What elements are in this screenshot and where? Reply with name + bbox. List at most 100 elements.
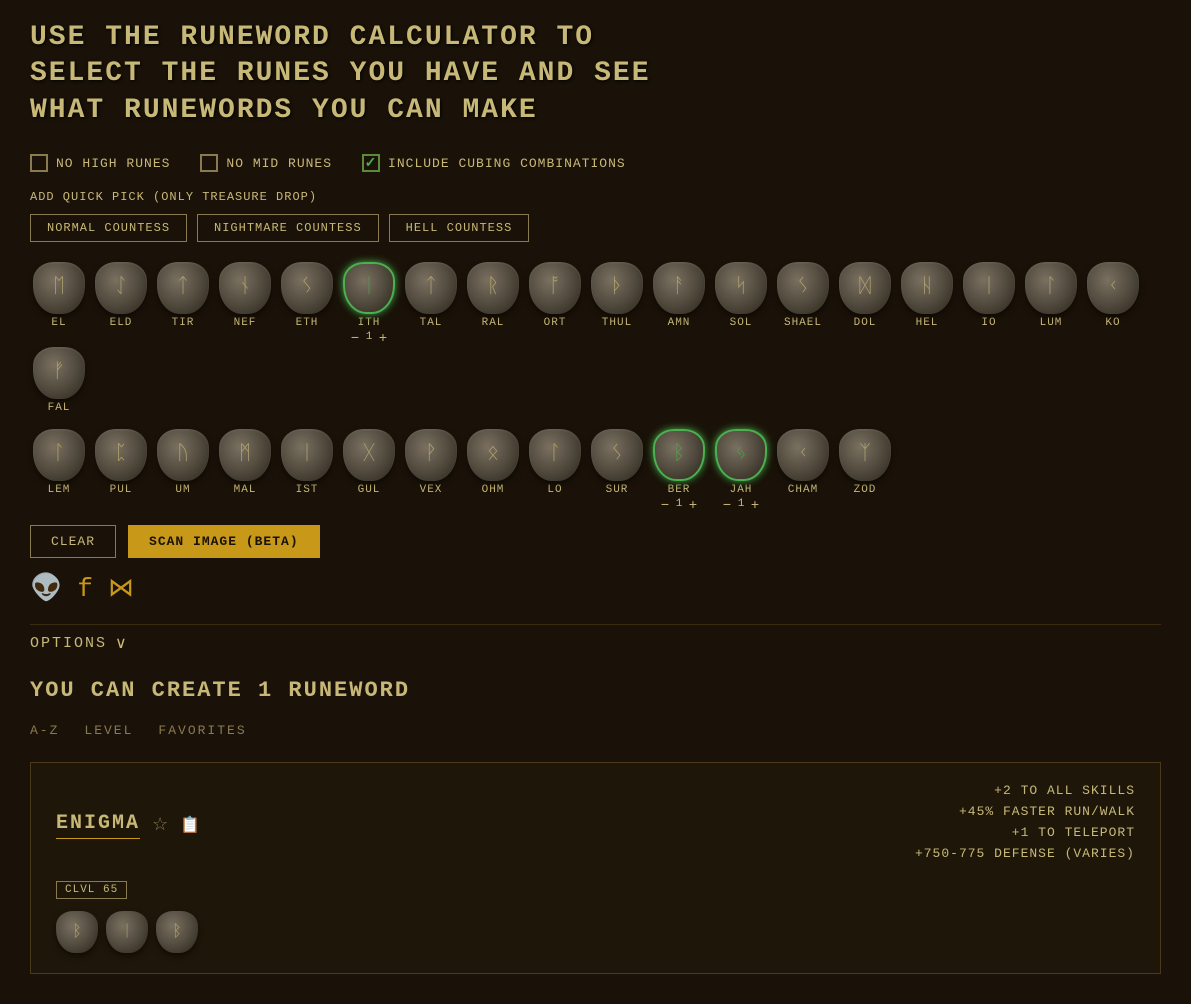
rune-stone-hel[interactable]: ᚺ	[901, 262, 953, 314]
clear-button[interactable]: CLEAR	[30, 525, 116, 558]
rune-stone-eth[interactable]: ᛊ	[281, 262, 333, 314]
rune-stone-eld[interactable]: ᛇ	[95, 262, 147, 314]
rune-hel[interactable]: ᚺ HEL	[898, 262, 956, 343]
rune-eth[interactable]: ᛊ ETH	[278, 262, 336, 343]
rune-stone-nef[interactable]: ᚾ	[219, 262, 271, 314]
share-icon[interactable]: ⋈	[108, 573, 134, 604]
rune-stone-ist[interactable]: ᛁ	[281, 429, 333, 481]
clvl-badge: CLVL 65	[56, 881, 127, 899]
rune-stone-io[interactable]: ᛁ	[963, 262, 1015, 314]
rune-stone-sol[interactable]: ᛋ	[715, 262, 767, 314]
rune-gul[interactable]: ᚷ GUL	[340, 429, 398, 510]
rune-stone-vex[interactable]: ᚹ	[405, 429, 457, 481]
rune-zod[interactable]: ᛉ ZOD	[836, 429, 894, 510]
ber-increment[interactable]: +	[687, 498, 699, 510]
rune-ral[interactable]: ᚱ RAL	[464, 262, 522, 343]
rune-stone-lem[interactable]: ᛚ	[33, 429, 85, 481]
rune-stone-gul[interactable]: ᚷ	[343, 429, 395, 481]
rune-ohm[interactable]: ᛟ OHM	[464, 429, 522, 510]
stat-defense: +750-775 DEFENSE (VARIES)	[915, 846, 1135, 861]
include-cubing-label: Include Cubing Combinations	[388, 156, 626, 171]
tab-az[interactable]: A-Z	[30, 723, 59, 742]
hell-countess-button[interactable]: Hell Countess	[389, 214, 530, 242]
star-icon[interactable]: ☆	[152, 814, 168, 836]
rune-ist[interactable]: ᛁ IST	[278, 429, 336, 510]
rune-ko[interactable]: ᚲ KO	[1084, 262, 1142, 343]
rune-nef[interactable]: ᚾ NEF	[216, 262, 274, 343]
rune-stone-ohm[interactable]: ᛟ	[467, 429, 519, 481]
reddit-icon[interactable]: 👽	[30, 573, 62, 604]
no-mid-runes-box[interactable]	[200, 154, 218, 172]
rune-ort[interactable]: ᚩ ORT	[526, 262, 584, 343]
rune-ber[interactable]: ᛒ BER − 1 +	[650, 429, 708, 510]
rune-stone-lum[interactable]: ᛚ	[1025, 262, 1077, 314]
rune-thul[interactable]: ᚦ THUL	[588, 262, 646, 343]
quick-pick-label: ADD QUICK PICK (ONLY TREASURE DROP)	[30, 190, 1161, 204]
rune-stone-ith[interactable]: ᛁ	[343, 262, 395, 314]
ith-increment[interactable]: +	[377, 331, 389, 343]
rune-stone-jah[interactable]: ᛃ	[715, 429, 767, 481]
rune-stone-ko[interactable]: ᚲ	[1087, 262, 1139, 314]
rune-stone-um[interactable]: ᚢ	[157, 429, 209, 481]
facebook-icon[interactable]: f	[77, 574, 93, 604]
rune-lum[interactable]: ᛚ LUM	[1022, 262, 1080, 343]
ith-count: 1	[364, 331, 374, 343]
scan-image-button[interactable]: SCAN IMAGE (BETA)	[128, 525, 320, 558]
rune-stone-lo[interactable]: ᛚ	[529, 429, 581, 481]
rune-stone-mal[interactable]: ᛗ	[219, 429, 271, 481]
rune-name-amn: AMN	[668, 317, 691, 329]
normal-countess-button[interactable]: Normal Countess	[30, 214, 187, 242]
rune-io[interactable]: ᛁ IO	[960, 262, 1018, 343]
rune-vex[interactable]: ᚹ VEX	[402, 429, 460, 510]
rune-ith[interactable]: ᛁ ITH − 1 +	[340, 262, 398, 343]
rune-sur[interactable]: ᛊ SUR	[588, 429, 646, 510]
rune-pul[interactable]: ᛈ PUL	[92, 429, 150, 510]
rune-stone-sur[interactable]: ᛊ	[591, 429, 643, 481]
rune-dol[interactable]: ᛞ DOL	[836, 262, 894, 343]
rune-stone-amn[interactable]: ᚨ	[653, 262, 705, 314]
rune-stone-ort[interactable]: ᚩ	[529, 262, 581, 314]
jah-increment[interactable]: +	[749, 498, 761, 510]
rune-stone-pul[interactable]: ᛈ	[95, 429, 147, 481]
rune-tir[interactable]: ᛏ TIR	[154, 262, 212, 343]
rune-stone-shael[interactable]: ᛊ	[777, 262, 829, 314]
rune-stone-dol[interactable]: ᛞ	[839, 262, 891, 314]
rune-stone-tir[interactable]: ᛏ	[157, 262, 209, 314]
rune-name-ist: IST	[296, 484, 319, 496]
rune-eld[interactable]: ᛇ ELD	[92, 262, 150, 343]
rune-stone-ral[interactable]: ᚱ	[467, 262, 519, 314]
no-mid-runes-checkbox[interactable]: No Mid Runes	[200, 154, 332, 172]
clipboard-icon[interactable]: 📋	[180, 815, 200, 835]
ber-decrement[interactable]: −	[659, 498, 671, 510]
jah-decrement[interactable]: −	[721, 498, 733, 510]
rune-stone-zod[interactable]: ᛉ	[839, 429, 891, 481]
rune-stone-tal[interactable]: ᛏ	[405, 262, 457, 314]
rune-um[interactable]: ᚢ UM	[154, 429, 212, 510]
rune-lo[interactable]: ᛚ LO	[526, 429, 584, 510]
rune-cham[interactable]: ᚲ CHAM	[774, 429, 832, 510]
rune-el[interactable]: ᛖ EL	[30, 262, 88, 343]
rune-stone-cham[interactable]: ᚲ	[777, 429, 829, 481]
rune-lem[interactable]: ᛚ LEM	[30, 429, 88, 510]
rune-stone-el[interactable]: ᛖ	[33, 262, 85, 314]
options-row[interactable]: OPTIONS ∨	[30, 633, 1161, 653]
rune-name-tal: TAL	[420, 317, 443, 329]
tab-favorites[interactable]: FAVORITES	[158, 723, 246, 742]
rune-shael[interactable]: ᛊ SHAEL	[774, 262, 832, 343]
rune-amn[interactable]: ᚨ AMN	[650, 262, 708, 343]
rune-fal[interactable]: ᚠ FAL	[30, 347, 88, 414]
include-cubing-box[interactable]: ✓	[362, 154, 380, 172]
nightmare-countess-button[interactable]: Nightmare Countess	[197, 214, 379, 242]
rune-stone-ber[interactable]: ᛒ	[653, 429, 705, 481]
no-high-runes-checkbox[interactable]: No High Runes	[30, 154, 170, 172]
rune-stone-thul[interactable]: ᚦ	[591, 262, 643, 314]
ith-decrement[interactable]: −	[349, 331, 361, 343]
no-high-runes-box[interactable]	[30, 154, 48, 172]
tab-level[interactable]: LEVEL	[84, 723, 133, 742]
include-cubing-checkbox[interactable]: ✓ Include Cubing Combinations	[362, 154, 626, 172]
rune-tal[interactable]: ᛏ TAL	[402, 262, 460, 343]
rune-sol[interactable]: ᛋ SOL	[712, 262, 770, 343]
rune-stone-fal[interactable]: ᚠ	[33, 347, 85, 399]
rune-mal[interactable]: ᛗ MAL	[216, 429, 274, 510]
rune-jah[interactable]: ᛃ JAH − 1 +	[712, 429, 770, 510]
